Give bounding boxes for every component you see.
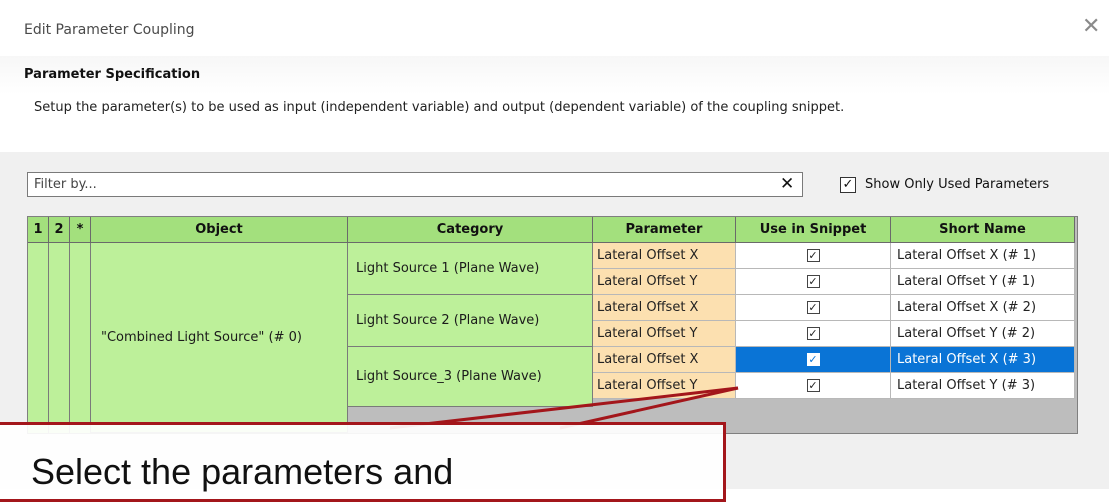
short-name-cell[interactable]: Lateral Offset Y (# 3)	[891, 373, 1075, 399]
column-header-object[interactable]: Object	[91, 217, 348, 243]
section-title: Parameter Specification	[24, 67, 201, 82]
use-in-snippet-cell[interactable]: ✓	[736, 243, 891, 269]
checkbox-icon[interactable]: ✓	[806, 327, 820, 340]
use-in-snippet-cell[interactable]: ✓	[736, 295, 891, 321]
column-header-1[interactable]: 1	[28, 217, 49, 243]
show-only-used-label: Show Only Used Parameters	[865, 177, 1050, 192]
parameter-cell[interactable]: Lateral Offset Y	[593, 269, 736, 295]
parameter-cell[interactable]: Lateral Offset Y	[593, 373, 736, 399]
use-in-snippet-cell[interactable]: ✓	[736, 269, 891, 295]
checkbox-icon[interactable]: ✓	[806, 249, 820, 262]
tree-level-star	[70, 243, 91, 433]
category-cell[interactable]: Light Source_3 (Plane Wave)	[348, 347, 593, 407]
checkbox-icon[interactable]: ✓	[806, 379, 820, 392]
callout-text: Select the parameters and	[31, 451, 454, 492]
column-header-star[interactable]: *	[70, 217, 91, 243]
checkbox-icon[interactable]: ✓	[806, 275, 820, 288]
use-in-snippet-cell[interactable]: ✓	[736, 373, 891, 399]
section-description: Setup the parameter(s) to be used as inp…	[34, 100, 845, 115]
checkbox-icon[interactable]: ✓	[840, 177, 856, 193]
checkbox-icon[interactable]: ✓	[806, 353, 820, 366]
annotation-callout: Select the parameters and	[0, 422, 726, 502]
short-name-cell[interactable]: Lateral Offset X (# 2)	[891, 295, 1075, 321]
short-name-cell[interactable]: Lateral Offset Y (# 1)	[891, 269, 1075, 295]
short-name-cell[interactable]: Lateral Offset Y (# 2)	[891, 321, 1075, 347]
object-cell[interactable]: "Combined Light Source" (# 0)	[91, 243, 348, 433]
close-icon[interactable]: ✕	[1082, 16, 1100, 38]
parameter-cell[interactable]: Lateral Offset Y	[593, 321, 736, 347]
parameter-specification-header: Parameter Specification Setup the parame…	[0, 56, 1109, 153]
category-cell[interactable]: Light Source 2 (Plane Wave)	[348, 295, 593, 347]
column-header-2[interactable]: 2	[49, 217, 70, 243]
use-in-snippet-cell[interactable]: ✓	[736, 321, 891, 347]
window-title: Edit Parameter Coupling	[24, 22, 195, 38]
checkbox-icon[interactable]: ✓	[806, 301, 820, 314]
short-name-cell-selected[interactable]: Lateral Offset X (# 3)	[891, 347, 1075, 373]
parameter-cell[interactable]: Lateral Offset X	[593, 243, 736, 269]
column-header-short-name[interactable]: Short Name	[891, 217, 1075, 243]
parameter-grid: 1 2 * Object Category Parameter Use in S…	[27, 216, 1078, 434]
title-bar: Edit Parameter Coupling ✕	[0, 0, 1109, 56]
filter-input[interactable]	[28, 173, 774, 196]
filter-box[interactable]: ✕	[27, 172, 803, 197]
use-in-snippet-cell-selected[interactable]: ✓	[736, 347, 891, 373]
tree-level-1	[28, 243, 49, 433]
parameter-cell[interactable]: Lateral Offset X	[593, 347, 736, 373]
column-header-use-in-snippet[interactable]: Use in Snippet	[736, 217, 891, 243]
parameter-cell[interactable]: Lateral Offset X	[593, 295, 736, 321]
clear-filter-icon[interactable]: ✕	[780, 174, 794, 194]
tree-level-2	[49, 243, 70, 433]
category-cell[interactable]: Light Source 1 (Plane Wave)	[348, 243, 593, 295]
column-header-category[interactable]: Category	[348, 217, 593, 243]
short-name-cell[interactable]: Lateral Offset X (# 1)	[891, 243, 1075, 269]
column-header-parameter[interactable]: Parameter	[593, 217, 736, 243]
